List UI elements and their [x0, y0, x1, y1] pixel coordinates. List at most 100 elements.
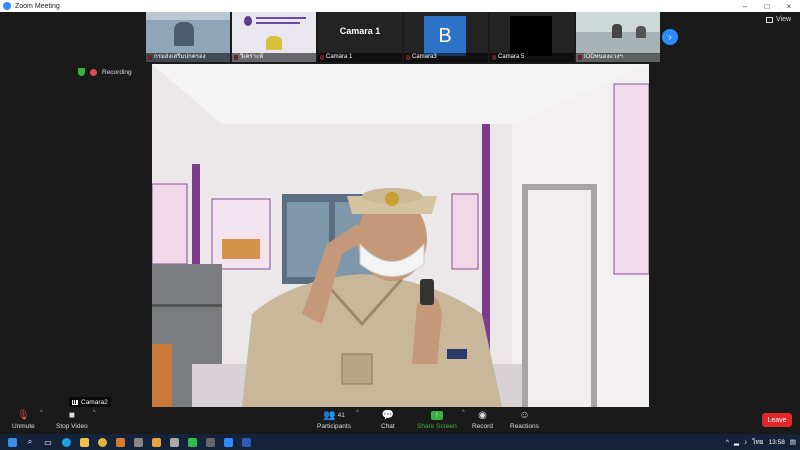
- poster-image: [222, 239, 260, 259]
- window-titlebar: Zoom Meeting – □ ×: [0, 0, 800, 12]
- app-icon[interactable]: [114, 436, 126, 448]
- zoom-taskbar-icon[interactable]: [222, 436, 234, 448]
- thumbnail-name: Camara3: [404, 53, 488, 62]
- video-camera-icon: ■: [68, 409, 75, 421]
- uniform-pocket: [341, 353, 373, 385]
- recording-label: Recording: [102, 68, 132, 76]
- view-button[interactable]: View: [766, 16, 791, 23]
- participants-label: Participants: [317, 423, 351, 430]
- thumbnail-tile-4[interactable]: B Camara3: [404, 12, 488, 62]
- thumbnail-tile-5[interactable]: Camara 5: [490, 12, 574, 62]
- windows-taskbar: ⌕ ▭ ^ ▂ ♪ ไทย 13:58 ▤: [0, 434, 800, 450]
- window-title: Zoom Meeting: [15, 2, 60, 10]
- chat-button[interactable]: 💬 Chat: [381, 409, 395, 431]
- recording-dot-icon: [90, 68, 97, 76]
- share-screen-icon-wrap: ↑: [430, 409, 443, 421]
- thumbnail-tile-2[interactable]: วิเคราะห์: [232, 12, 316, 62]
- reactions-label: Reactions: [510, 423, 539, 430]
- stop-video-button[interactable]: ■ Stop Video ^: [56, 409, 96, 431]
- app-icon[interactable]: [204, 436, 216, 448]
- thumbnail-strip: กรมส่งเสริมปกครอง วิเคราะห์ Camara 1 Cam…: [146, 12, 660, 62]
- reactions-icon: ☺: [519, 409, 530, 421]
- line-icon[interactable]: [186, 436, 198, 448]
- wall-poster: [152, 183, 188, 265]
- chevron-up-icon[interactable]: ^: [462, 410, 465, 416]
- chevron-up-icon[interactable]: ^: [726, 439, 729, 446]
- thumbnail-name: IODหนองแวงฯ: [576, 53, 660, 62]
- network-icon[interactable]: ▂: [734, 438, 739, 446]
- windows-start-icon[interactable]: [6, 436, 18, 448]
- door-opening: [528, 190, 591, 407]
- unmute-button[interactable]: 🎙 Unmute ^: [12, 409, 43, 431]
- participants-button[interactable]: 👥 41 Participants ^: [317, 409, 359, 431]
- security-shield-icon: [78, 68, 85, 76]
- cap-badge: [385, 192, 399, 206]
- chevron-up-icon[interactable]: ^: [93, 410, 96, 416]
- share-screen-button[interactable]: ↑ Share Screen ^: [417, 409, 465, 430]
- recording-indicator[interactable]: Recording: [78, 68, 132, 76]
- record-icon: ◉: [478, 409, 487, 421]
- clock[interactable]: 13:58: [769, 439, 785, 446]
- thumbnail-name: Camara 1: [318, 53, 402, 62]
- wall-poster: [451, 193, 479, 270]
- slide-text-line: [256, 22, 300, 24]
- volume-icon[interactable]: ♪: [744, 439, 747, 446]
- chrome-icon[interactable]: [96, 436, 108, 448]
- thumbnail-tile-6[interactable]: IODหนองแวงฯ: [576, 12, 660, 62]
- meeting-toolbar: 🎙 Unmute ^ ■ Stop Video ^ 👥 41 Participa…: [0, 407, 800, 434]
- active-speaker-video[interactable]: [152, 64, 649, 407]
- chevron-up-icon[interactable]: ^: [356, 410, 359, 416]
- record-button[interactable]: ◉ Record: [472, 409, 493, 431]
- participant-name-large: Camara 1: [339, 26, 381, 36]
- system-tray: ^ ▂ ♪ ไทย 13:58 ▤: [726, 434, 796, 450]
- maximize-button[interactable]: □: [756, 0, 778, 12]
- app-icon[interactable]: [168, 436, 180, 448]
- thumbnail-tile-1[interactable]: กรมส่งเสริมปกครอง: [146, 12, 230, 62]
- edge-icon[interactable]: [60, 436, 72, 448]
- grid-view-icon: [766, 16, 773, 23]
- share-screen-icon: ↑: [430, 410, 443, 420]
- file-explorer-icon[interactable]: [78, 436, 90, 448]
- participants-count: 41: [337, 411, 345, 419]
- large-poster: [613, 83, 649, 275]
- video-off-box: [510, 16, 552, 56]
- unmute-label: Unmute: [12, 423, 35, 430]
- meeting-stage: กรมส่งเสริมปกครอง วิเคราะห์ Camara 1 Cam…: [0, 12, 800, 407]
- record-label: Record: [472, 423, 493, 430]
- app-icon[interactable]: [132, 436, 144, 448]
- mic-muted-icon: 🎙: [17, 409, 30, 421]
- avatar: B: [424, 16, 466, 56]
- slide-figure: [266, 36, 282, 50]
- chat-icon: 💬: [381, 409, 395, 421]
- seal-icon: [244, 16, 252, 26]
- chat-label: Chat: [381, 423, 395, 430]
- signal-bars-icon: [72, 399, 78, 405]
- search-icon[interactable]: ⌕: [24, 436, 36, 448]
- slide-text-line: [256, 17, 306, 19]
- word-icon[interactable]: [240, 436, 252, 448]
- zoom-app-icon: [3, 2, 11, 10]
- language-indicator[interactable]: ไทย: [752, 437, 763, 447]
- close-button[interactable]: ×: [778, 0, 800, 12]
- fridge-shelf: [152, 304, 222, 307]
- microphone: [420, 279, 434, 305]
- participant-figure: [636, 26, 646, 38]
- room-wall: [146, 12, 230, 20]
- share-screen-label: Share Screen: [417, 423, 457, 430]
- chevron-up-icon[interactable]: ^: [40, 410, 43, 416]
- participant-figure: [174, 22, 194, 46]
- leave-button[interactable]: Leave: [762, 413, 792, 427]
- app-icon[interactable]: [150, 436, 162, 448]
- name-badge: [447, 349, 467, 359]
- notification-icon[interactable]: ▤: [790, 438, 796, 446]
- speaker-name: Camara2: [81, 398, 108, 406]
- participant-figure: [612, 24, 622, 38]
- thumbnail-name: กรมส่งเสริมปกครอง: [146, 53, 230, 62]
- thumbnail-tile-3[interactable]: Camara 1 Camara 1: [318, 12, 402, 62]
- stop-video-label: Stop Video: [56, 423, 88, 430]
- minimize-button[interactable]: –: [734, 0, 756, 12]
- next-page-button[interactable]: ›: [662, 29, 678, 45]
- thumbnail-name: วิเคราะห์: [232, 53, 316, 62]
- reactions-button[interactable]: ☺ Reactions: [510, 409, 539, 431]
- task-view-icon[interactable]: ▭: [42, 436, 54, 448]
